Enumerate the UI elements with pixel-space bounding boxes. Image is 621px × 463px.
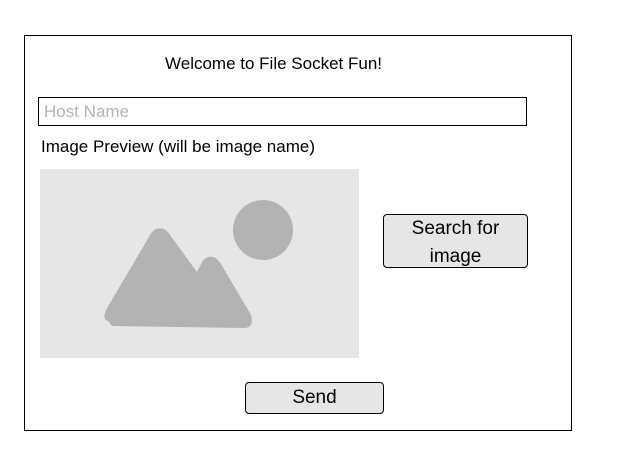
search-image-button-label-line1: Search for [411, 218, 500, 239]
host-name-input[interactable] [38, 97, 527, 126]
image-preview [40, 169, 359, 358]
search-image-button-label-line2: image [429, 246, 482, 267]
page-title: Welcome to File Socket Fun! [165, 54, 382, 73]
image-placeholder-icon [104, 200, 293, 328]
image-preview-label: Image Preview (will be image name) [41, 137, 315, 156]
send-button[interactable]: Send [245, 382, 384, 414]
search-image-button[interactable]: Search for image [383, 214, 528, 268]
